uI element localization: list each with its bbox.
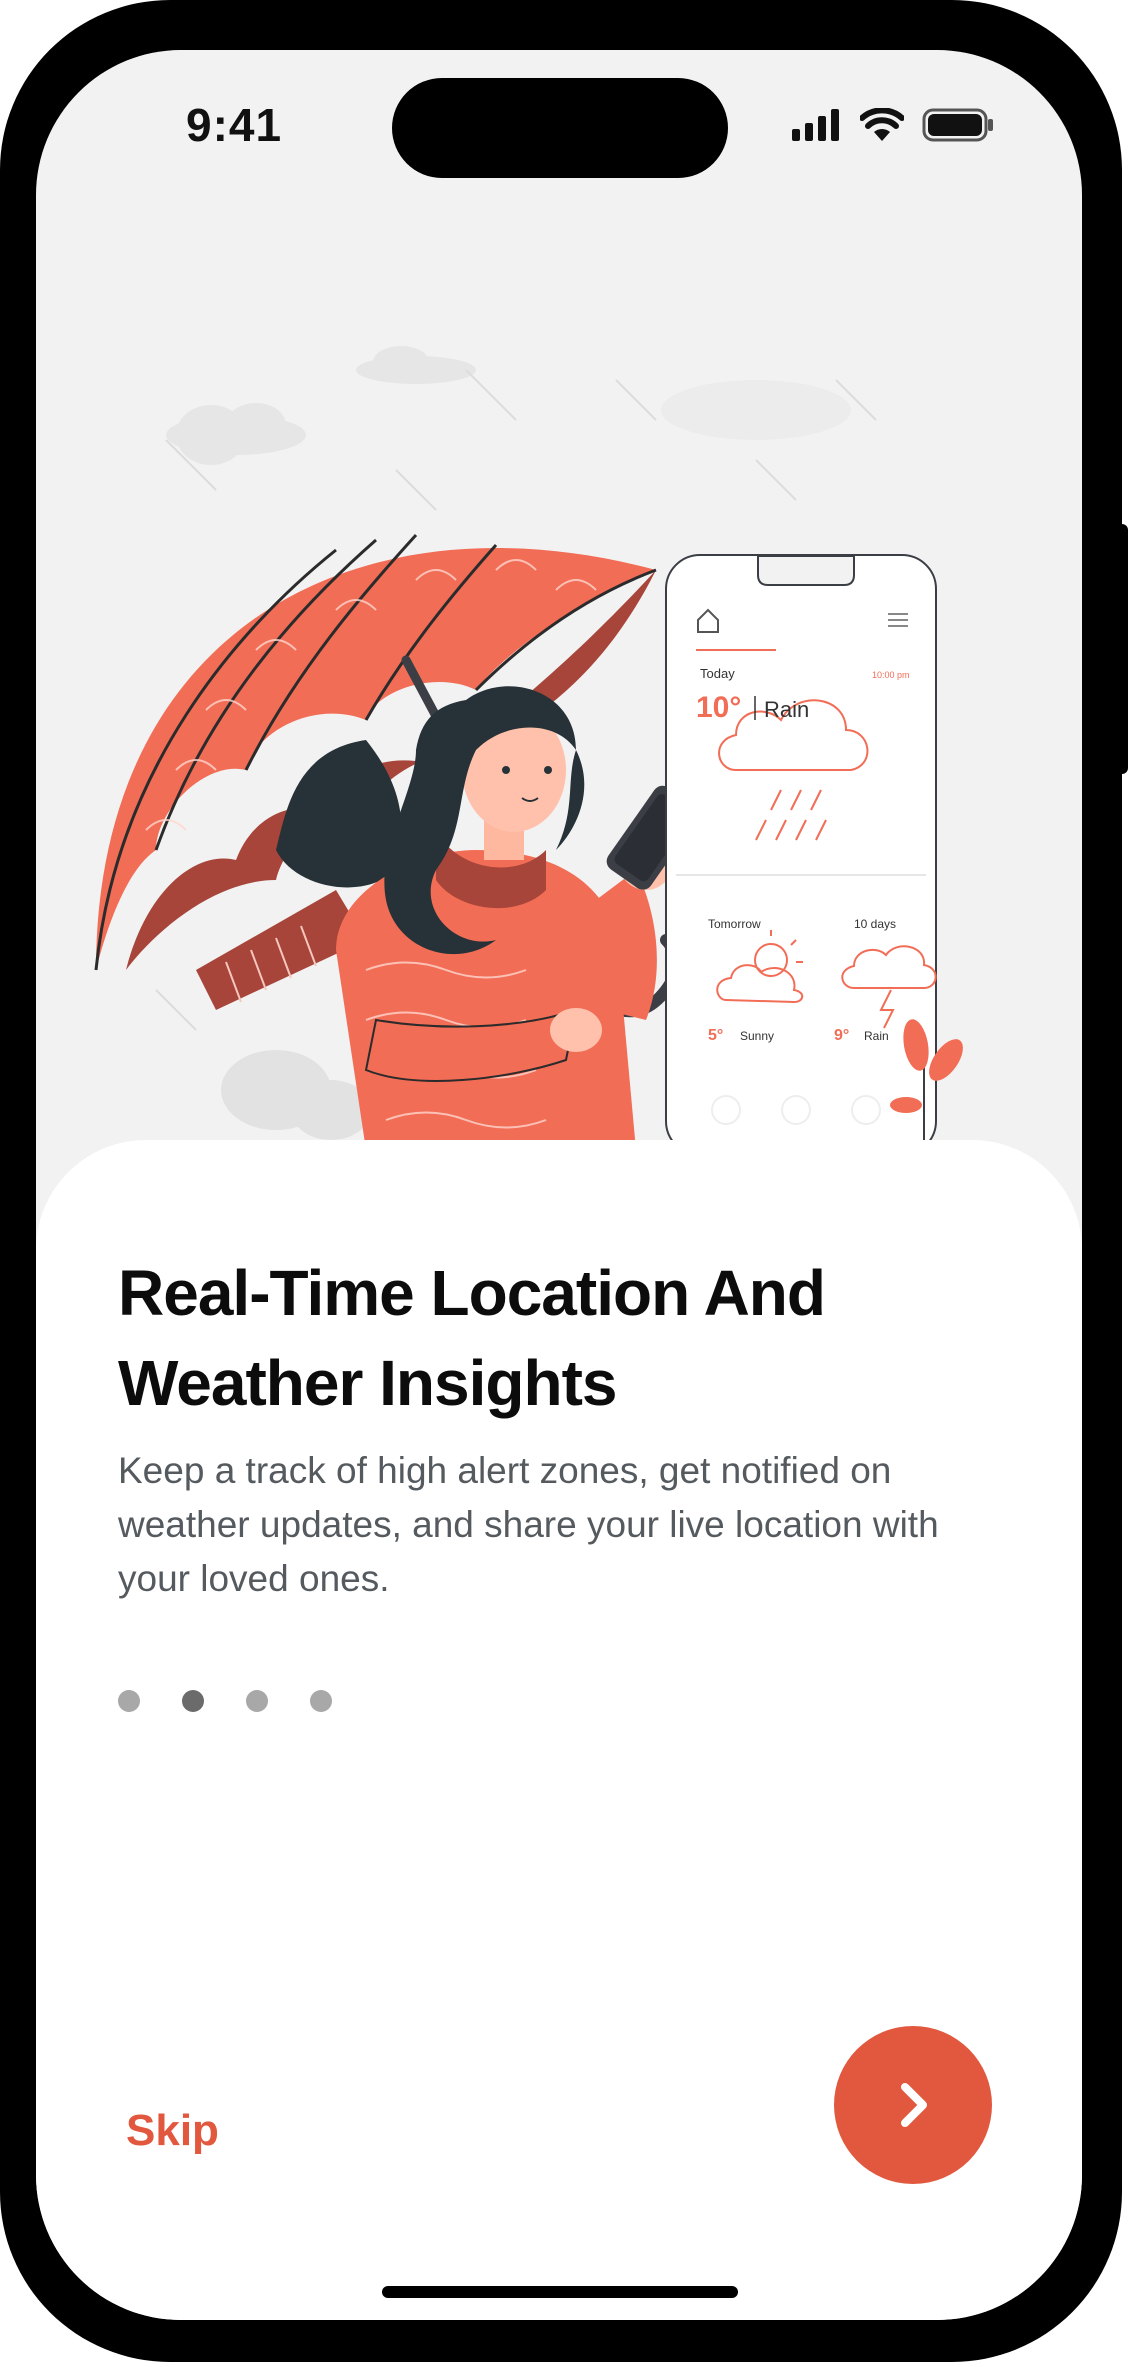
mock-tomorrow-label: Tomorrow — [708, 917, 761, 931]
battery-icon — [922, 108, 993, 142]
background-bush — [221, 1050, 371, 1140]
status-icons — [792, 108, 994, 142]
chevron-right-icon — [901, 2083, 927, 2127]
weather-illustration: Today 10:00 pm 10° Rain Tomorrow 10 days… — [94, 346, 963, 1156]
page-dot-3[interactable] — [246, 1690, 268, 1712]
page-dot-1[interactable] — [118, 1690, 140, 1712]
skip-button[interactable]: Skip — [126, 2106, 219, 2156]
page-dot-2-active[interactable] — [182, 1690, 204, 1712]
mock-today-label: Today — [700, 666, 735, 681]
status-time: 9:41 — [186, 99, 283, 151]
next-button[interactable] — [834, 2026, 992, 2184]
side-button — [1116, 524, 1128, 774]
mock-ten-days-temp: 9° — [834, 1027, 849, 1044]
onboarding-description: Keep a track of high alert zones, get no… — [118, 1450, 939, 1599]
wifi-icon — [860, 108, 904, 141]
mock-time-label: 10:00 pm — [872, 670, 910, 680]
mock-ten-days-condition: Rain — [864, 1029, 889, 1043]
dynamic-island — [392, 78, 728, 178]
mock-ten-days-label: 10 days — [854, 917, 896, 931]
home-indicator[interactable] — [382, 2286, 738, 2298]
mock-tomorrow-temp: 5° — [708, 1027, 723, 1044]
page-indicator — [118, 1690, 332, 1712]
phone-mockup — [665, 554, 937, 1156]
mock-tomorrow-condition: Sunny — [740, 1029, 774, 1043]
mock-today-temp: 10° — [696, 691, 741, 724]
onboarding-title: Real-Time Location And Weather Insights — [118, 1257, 826, 1419]
page-dot-4[interactable] — [310, 1690, 332, 1712]
mock-today-condition: Rain — [764, 697, 809, 722]
cellular-signal-icon — [792, 109, 839, 141]
background-clouds — [166, 346, 851, 465]
onboarding-screen: 9:41 Today 10:00 pm 10° Rain Tomorrow 10… — [36, 50, 1082, 2320]
